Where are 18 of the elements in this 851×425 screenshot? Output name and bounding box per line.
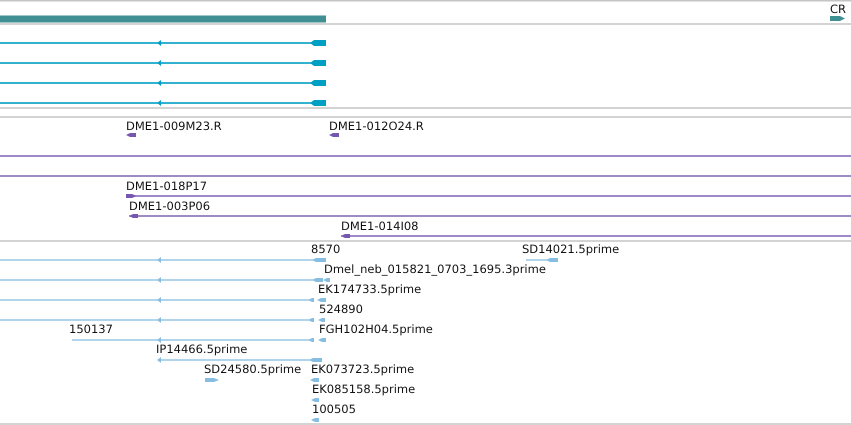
feature-label: DME1-003P06 <box>129 199 210 213</box>
feature-label: Dmel_neb_015821_0703_1695.3prime <box>324 262 546 276</box>
feature-label: 8570 <box>311 242 340 256</box>
feature-label: DME1-014I08 <box>341 219 418 233</box>
feature-label: SD24580.5prime <box>204 362 302 376</box>
feature-label: DME1-009M23.R <box>126 119 222 133</box>
feature-label: 150137 <box>69 322 113 336</box>
feature-label: 100505 <box>312 402 356 416</box>
feature-label: CR <box>830 2 846 16</box>
feature-label: SD14021.5prime <box>522 242 620 256</box>
feature-label: DME1-012O24.R <box>329 119 424 133</box>
feature-label: DME1-018P17 <box>126 179 208 193</box>
feature-label: EK174733.5prime <box>318 282 422 296</box>
feature-label: EK073723.5prime <box>311 362 414 376</box>
feature-label: IP14466.5prime <box>156 342 248 356</box>
feature-label: FGH102H04.5prime <box>319 322 433 336</box>
feature-label: 524890 <box>319 302 363 316</box>
feature-label: EK085158.5prime <box>312 382 416 396</box>
